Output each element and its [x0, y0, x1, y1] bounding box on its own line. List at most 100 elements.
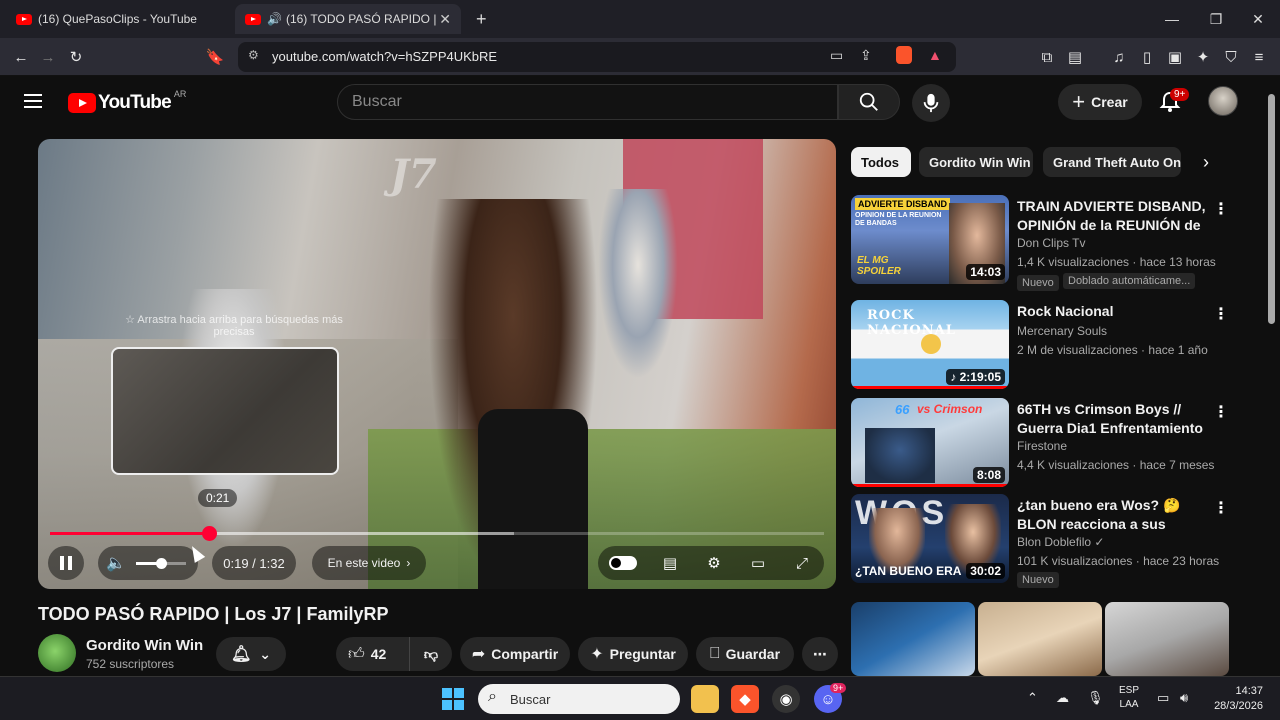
chapters-button[interactable]: En este video ›: [312, 546, 426, 580]
extensions-icon[interactable]: ⧉: [1036, 46, 1058, 68]
close-icon[interactable]: ✕: [439, 11, 451, 28]
fullscreen-icon[interactable]: ⤢: [791, 552, 813, 574]
avatar[interactable]: [1208, 86, 1238, 116]
language-indicator[interactable]: ESP LAA: [1119, 684, 1139, 712]
new-tab-button[interactable]: +: [466, 4, 494, 34]
recommendation-item[interactable]: ADVIERTE DISBAND OPINION DE LA REUNION D…: [851, 195, 1231, 291]
progress-bar[interactable]: [50, 526, 824, 541]
chevron-up-icon[interactable]: ⌃: [1027, 690, 1038, 706]
sidebar-icon[interactable]: ▯: [1136, 46, 1158, 68]
video-meta: 2 M de visualizaciones · hace 1 año: [1017, 343, 1208, 357]
cast-icon[interactable]: ▭: [830, 47, 843, 64]
subtitles-icon[interactable]: ▤: [659, 552, 681, 574]
voice-search-button[interactable]: [912, 84, 950, 122]
more-actions-button[interactable]: ⋯: [802, 637, 838, 671]
dislike-button[interactable]: 👎︎: [410, 637, 452, 671]
vpn-icon[interactable]: ⛉: [1220, 46, 1242, 68]
youtube-logo[interactable]: YouTube AR: [68, 89, 186, 114]
create-button[interactable]: + Crear: [1058, 84, 1142, 120]
channel-name[interactable]: Firestone: [1017, 439, 1067, 453]
reload-icon[interactable]: ↻: [65, 46, 87, 68]
browser-toolbar: ← → ↻ 🔖 ⚙ youtube.com/watch?v=hSZPP4UKbR…: [0, 38, 1280, 76]
more-vertical-icon[interactable]: ⋮: [1213, 402, 1229, 422]
video-thumbnail[interactable]: 66 vs Crimson 8:08: [851, 398, 1009, 487]
page-scrollbar[interactable]: [1268, 90, 1276, 675]
chip-channel[interactable]: Gordito Win Win: [919, 147, 1033, 177]
chevron-right-icon[interactable]: ›: [1194, 150, 1218, 174]
volume-icon[interactable]: 🔊︎: [1180, 690, 1188, 706]
volume-icon[interactable]: 🔈: [106, 553, 126, 573]
brave-rewards-icon[interactable]: ▲: [928, 47, 942, 63]
brave-shield-icon[interactable]: [896, 46, 912, 64]
volume-slider[interactable]: [136, 558, 186, 569]
bookmark-icon[interactable]: 🔖: [204, 46, 226, 68]
video-title[interactable]: TRAIN ADVIERTE DISBAND, OPINIÓN de la RE…: [1017, 197, 1207, 235]
media-icon[interactable]: ♫: [1108, 46, 1130, 68]
search-input[interactable]: Buscar: [337, 84, 838, 120]
share-icon[interactable]: ⇪: [860, 47, 872, 64]
taskbar-search-input[interactable]: Buscar: [478, 684, 680, 714]
share-button[interactable]: ➦ Compartir: [460, 637, 570, 671]
video-thumbnail[interactable]: ADVIERTE DISBAND OPINION DE LA REUNION D…: [851, 195, 1009, 284]
tab-queposoclips[interactable]: (16) QuePasoClips - YouTube: [6, 4, 231, 34]
wallet-icon[interactable]: ▣: [1164, 46, 1186, 68]
file-explorer-icon[interactable]: [691, 685, 719, 713]
obs-icon[interactable]: ◉: [772, 685, 800, 713]
more-vertical-icon[interactable]: ⋮: [1213, 199, 1229, 219]
short-thumbnail[interactable]: [1105, 602, 1229, 676]
windows-start-icon[interactable]: [442, 688, 464, 710]
address-bar[interactable]: ⚙ youtube.com/watch?v=hSZPP4UKbRE ▭ ⇪ ▲: [238, 42, 956, 72]
recommendation-item[interactable]: 66 vs Crimson 8:08 66TH vs Crimson Boys …: [851, 398, 1231, 488]
forward-icon[interactable]: →: [37, 46, 59, 68]
ask-button[interactable]: ✦ Preguntar: [578, 637, 688, 671]
reader-icon[interactable]: ▤: [1064, 46, 1086, 68]
recommendation-item[interactable]: ROCK NACIONAL ♪ 2:19:05 Rock Nacional Me…: [851, 300, 1231, 390]
video-thumbnail[interactable]: ROCK NACIONAL ♪ 2:19:05: [851, 300, 1009, 389]
short-thumbnail[interactable]: [851, 602, 975, 676]
minimize-icon[interactable]: —: [1150, 0, 1194, 38]
video-thumbnail[interactable]: WOS ¿TAN BUENO ERA 30:02: [851, 494, 1009, 583]
video-player[interactable]: J7 ☆ Arrastra hacia arriba para búsqueda…: [38, 139, 836, 589]
restore-icon[interactable]: ❐: [1194, 0, 1238, 38]
brave-browser-icon[interactable]: ◆: [731, 685, 759, 713]
like-button[interactable]: 👍︎ 42: [336, 637, 410, 671]
channel-name[interactable]: Gordito Win Win: [86, 637, 203, 654]
video-title[interactable]: 66TH vs Crimson Boys // Guerra Dia1 Enfr…: [1017, 400, 1207, 438]
system-clock[interactable]: 14:37 28/3/2026: [1208, 684, 1263, 714]
microphone-icon[interactable]: 🎙︎: [1087, 690, 1104, 706]
channel-avatar[interactable]: [38, 634, 76, 672]
site-info-icon[interactable]: ⚙: [248, 48, 259, 62]
close-window-icon[interactable]: ✕: [1236, 0, 1280, 38]
volume-control[interactable]: 🔈: [98, 546, 198, 580]
channel-name[interactable]: Blon Doblefilo ✓: [1017, 535, 1104, 549]
volume-knob[interactable]: [156, 558, 167, 569]
video-title[interactable]: ¿tan bueno era Wos? 🤔 BLON reacciona a s…: [1017, 496, 1207, 534]
back-icon[interactable]: ←: [10, 46, 32, 68]
recommendation-item[interactable]: WOS ¿TAN BUENO ERA 30:02 ¿tan bueno era …: [851, 494, 1231, 588]
hamburger-menu-icon[interactable]: [24, 94, 42, 108]
chip-gta-online[interactable]: Grand Theft Auto Onl: [1043, 147, 1181, 177]
onedrive-icon[interactable]: ☁: [1056, 690, 1069, 706]
more-horizontal-icon: ⋯: [813, 645, 827, 662]
menu-icon[interactable]: ≡: [1248, 46, 1270, 68]
scrollbar-thumb[interactable]: [1268, 94, 1275, 324]
channel-name[interactable]: Mercenary Souls: [1017, 324, 1107, 338]
chip-todos[interactable]: Todos: [851, 147, 911, 177]
save-button[interactable]: ⎕ Guardar: [696, 637, 794, 671]
leo-icon[interactable]: ✦: [1192, 46, 1214, 68]
search-button[interactable]: [838, 84, 900, 120]
autoplay-toggle[interactable]: [609, 556, 637, 570]
video-title[interactable]: Rock Nacional: [1017, 302, 1207, 321]
subscription-notifications-button[interactable]: 🔔︎ ⌄: [216, 637, 286, 671]
settings-gear-icon[interactable]: ⚙: [703, 552, 725, 574]
theater-mode-icon[interactable]: ▭: [747, 552, 769, 574]
network-icon[interactable]: ▭: [1157, 690, 1169, 706]
channel-name[interactable]: Don Clips Tv: [1017, 236, 1085, 250]
pause-button[interactable]: [48, 546, 84, 580]
more-vertical-icon[interactable]: ⋮: [1213, 498, 1229, 518]
more-vertical-icon[interactable]: ⋮: [1213, 304, 1229, 324]
time-display: 0:19 / 1:32: [212, 546, 296, 580]
bell-icon: 🔔︎: [230, 646, 252, 663]
short-thumbnail[interactable]: [978, 602, 1102, 676]
tab-current-video[interactable]: 🔊 (16) TODO PASÓ RAPIDO | Lo ✕: [235, 4, 461, 34]
